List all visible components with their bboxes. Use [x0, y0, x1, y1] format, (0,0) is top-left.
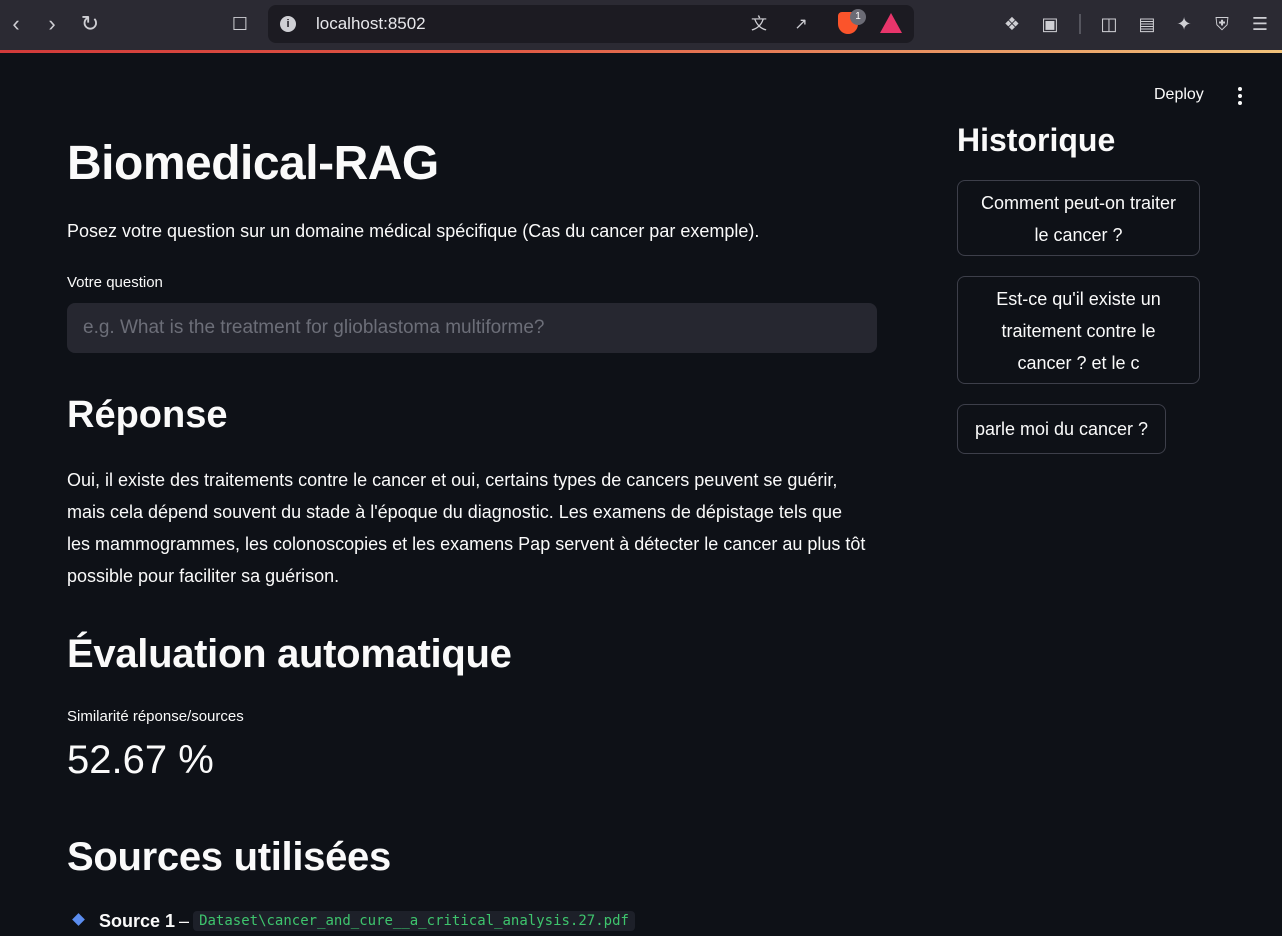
sources-heading: Sources utilisées [67, 835, 391, 879]
forward-icon[interactable]: › [38, 10, 66, 38]
evaluation-heading: Évaluation automatique [67, 632, 512, 676]
history-item-button[interactable]: Comment peut-on traiter le cancer ? [957, 180, 1200, 256]
metric-value: 52.67 % [67, 738, 214, 782]
response-text: Oui, il existe des traitements contre le… [67, 470, 866, 586]
toolbar-accent-line [0, 50, 1282, 53]
bookmark-icon[interactable]: ☐ [226, 10, 254, 38]
source-label: Source 1 [99, 910, 176, 931]
translate-icon[interactable]: 文 [748, 14, 770, 36]
screenshot-icon[interactable]: ▣ [1038, 12, 1062, 36]
bullet-icon [72, 912, 85, 926]
history-heading: Historique [957, 122, 1116, 158]
response-heading: Réponse [67, 394, 228, 436]
reload-icon[interactable]: ↻ [76, 10, 104, 38]
main-menu-icon[interactable] [1228, 83, 1252, 109]
address-bar[interactable]: i localhost:8502 文 ↗ [268, 5, 914, 43]
shields-count-badge: 1 [850, 9, 866, 25]
share-icon[interactable]: ↗ [790, 14, 812, 36]
wallet-icon[interactable]: ▤ [1135, 12, 1159, 36]
leo-ai-icon[interactable]: ✦ [1172, 12, 1196, 36]
question-input[interactable] [67, 303, 877, 353]
vpn-icon[interactable]: ⛨ [1210, 12, 1234, 36]
source-file: Dataset\cancer_and_cure__a_critical_anal… [193, 911, 635, 931]
back-icon[interactable]: ‹ [2, 10, 30, 38]
menu-icon[interactable]: ☰ [1248, 12, 1272, 36]
extensions-icon[interactable]: ❖ [1000, 12, 1024, 36]
metric-label: Similarité réponse/sources [67, 708, 244, 725]
url-text[interactable]: localhost:8502 [316, 14, 426, 34]
history-item-button[interactable]: parle moi du cancer ? [957, 404, 1166, 454]
brave-rewards-icon[interactable] [880, 13, 902, 33]
page-title: Biomedical-RAG [67, 137, 439, 190]
question-label: Votre question [67, 274, 163, 291]
toolbar-divider [1079, 14, 1081, 34]
history-item-button[interactable]: Est-ce qu'il existe un traitement contre… [957, 276, 1200, 384]
source-list-item: Source 1 – Dataset\cancer_and_cure__a_cr… [72, 908, 635, 934]
source-separator: – [179, 910, 190, 931]
sidebar-icon[interactable]: ◫ [1097, 12, 1121, 36]
page-subtitle: Posez votre question sur un domaine médi… [67, 221, 760, 241]
browser-toolbar: ‹ › ↻ ☐ i localhost:8502 文 ↗ 1 ❖ ▣ ◫ ▤ ✦… [0, 0, 1282, 50]
deploy-button[interactable]: Deploy [1146, 80, 1212, 112]
site-info-icon[interactable]: i [280, 16, 296, 32]
